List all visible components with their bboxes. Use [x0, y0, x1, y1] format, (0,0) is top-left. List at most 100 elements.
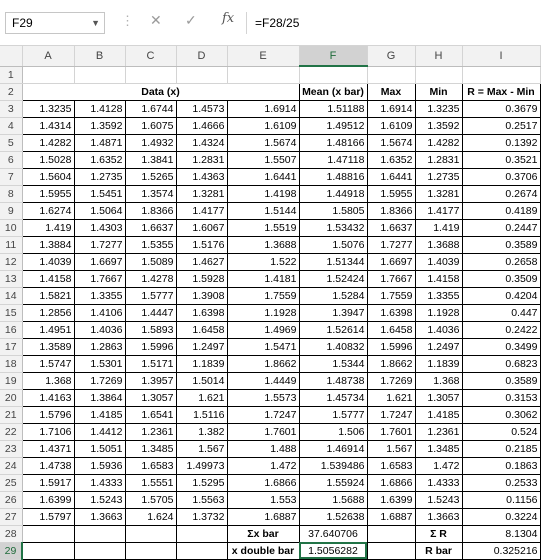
cell-b[interactable]: 1.5064 [73, 201, 126, 220]
cell-mean[interactable]: 1.45734 [298, 388, 368, 407]
empty-cell[interactable] [73, 541, 126, 560]
row-header[interactable]: 24 [0, 457, 23, 475]
cell-e[interactable]: 1.4181 [226, 269, 300, 288]
cell-c[interactable]: 1.5355 [124, 235, 177, 254]
cell-d[interactable]: 1.5176 [175, 235, 228, 254]
cell-min[interactable]: 1.4333 [414, 473, 463, 492]
cell-c[interactable]: 1.5089 [124, 252, 177, 271]
row-header[interactable]: 3 [0, 100, 23, 118]
name-box[interactable]: F29 ▼ [5, 12, 105, 34]
cell-e[interactable]: 1.5573 [226, 388, 300, 407]
cell-c[interactable]: 1.5705 [124, 490, 177, 509]
cell-d[interactable]: 1.49973 [175, 456, 228, 475]
cell-e[interactable]: 1.6914 [226, 99, 300, 118]
cell-e[interactable]: 1.6441 [226, 167, 300, 186]
cell-c[interactable]: 1.5996 [124, 337, 177, 356]
cell-c[interactable]: 1.3957 [124, 371, 177, 390]
cell-a[interactable]: 1.6274 [21, 201, 75, 220]
cell-d[interactable]: 1.1839 [175, 354, 228, 373]
empty-cell[interactable] [124, 541, 177, 560]
cell-min[interactable]: 1.2497 [414, 337, 463, 356]
cell-b[interactable]: 1.4303 [73, 218, 126, 237]
cell-b[interactable]: 1.5243 [73, 490, 126, 509]
row-header[interactable]: 1 [0, 66, 23, 84]
cell-a[interactable]: 1.4738 [21, 456, 75, 475]
cell-mean[interactable]: 1.51188 [298, 99, 368, 118]
cell-max[interactable]: 1.7559 [366, 286, 416, 305]
cell-mean[interactable]: 1.5076 [298, 235, 368, 254]
cell-c[interactable]: 1.624 [124, 507, 177, 526]
cell-d[interactable]: 1.3281 [175, 184, 228, 203]
cell-max[interactable]: 1.7277 [366, 235, 416, 254]
cell-e[interactable]: 1.5144 [226, 201, 300, 220]
cell-min[interactable]: 1.3235 [414, 99, 463, 118]
row-header[interactable]: 12 [0, 253, 23, 271]
formula-input[interactable]: =F28/25 [246, 12, 538, 34]
cell-range[interactable]: 0.2533 [461, 473, 541, 492]
cell-min[interactable]: 1.419 [414, 218, 463, 237]
cell-a[interactable]: 1.4951 [21, 320, 75, 339]
row-header[interactable]: 25 [0, 474, 23, 492]
cell-e[interactable]: 1.5471 [226, 337, 300, 356]
empty-cell[interactable] [366, 524, 416, 543]
cell-mean[interactable]: 1.5284 [298, 286, 368, 305]
row-header[interactable]: 15 [0, 304, 23, 322]
column-header-e[interactable]: E [227, 46, 300, 67]
cell-mean[interactable]: 1.46914 [298, 439, 368, 458]
cell-e[interactable]: 1.7559 [226, 286, 300, 305]
cell-min[interactable]: 1.3592 [414, 116, 463, 135]
empty-cell[interactable] [366, 65, 416, 84]
cell-b[interactable]: 1.7667 [73, 269, 126, 288]
cell-b[interactable]: 1.4128 [73, 99, 126, 118]
cell-e[interactable]: 1.5519 [226, 218, 300, 237]
max-header-cell[interactable]: Max [366, 82, 416, 101]
r-bar-value[interactable]: 0.325216 [461, 541, 541, 560]
empty-cell[interactable] [73, 65, 126, 84]
cell-a[interactable]: 1.3235 [21, 99, 75, 118]
cell-mean[interactable]: 1.539486 [298, 456, 368, 475]
cell-e[interactable]: 1.6887 [226, 507, 300, 526]
cell-c[interactable]: 1.5777 [124, 286, 177, 305]
cell-e[interactable]: 1.4969 [226, 320, 300, 339]
empty-cell[interactable] [21, 541, 75, 560]
cell-c[interactable]: 1.5551 [124, 473, 177, 492]
cell-a[interactable]: 1.368 [21, 371, 75, 390]
cell-range[interactable]: 0.3062 [461, 405, 541, 424]
cell-e[interactable]: 1.6109 [226, 116, 300, 135]
cell-mean[interactable]: 1.5777 [298, 405, 368, 424]
cell-a[interactable]: 1.5917 [21, 473, 75, 492]
cell-range[interactable]: 0.3679 [461, 99, 541, 118]
cancel-icon[interactable]: ✕ [150, 12, 162, 29]
cell-range[interactable]: 0.2447 [461, 218, 541, 237]
column-header-h[interactable]: H [415, 46, 463, 67]
cell-e[interactable]: 1.7601 [226, 422, 300, 441]
empty-cell[interactable] [366, 541, 416, 560]
cell-e[interactable]: 1.4198 [226, 184, 300, 203]
cell-min[interactable]: 1.2361 [414, 422, 463, 441]
cell-c[interactable]: 1.6075 [124, 116, 177, 135]
cell-a[interactable]: 1.4163 [21, 388, 75, 407]
cell-d[interactable]: 1.5014 [175, 371, 228, 390]
cell-mean[interactable]: 1.506 [298, 422, 368, 441]
sum-r-label[interactable]: Σ R [414, 524, 463, 543]
row-header[interactable]: 29 [0, 542, 23, 560]
cell-mean[interactable]: 1.44918 [298, 184, 368, 203]
cell-max[interactable]: 1.6866 [366, 473, 416, 492]
cell-a[interactable]: 1.4158 [21, 269, 75, 288]
cell-e[interactable]: 1.553 [226, 490, 300, 509]
cell-e[interactable]: 1.6866 [226, 473, 300, 492]
cell-max[interactable]: 1.6583 [366, 456, 416, 475]
cell-b[interactable]: 1.4412 [73, 422, 126, 441]
cell-a[interactable]: 1.5797 [21, 507, 75, 526]
sum-x-bar-label[interactable]: Σx bar [226, 524, 300, 543]
row-header[interactable]: 18 [0, 355, 23, 373]
cell-range[interactable]: 0.4189 [461, 201, 541, 220]
cell-e[interactable]: 1.522 [226, 252, 300, 271]
cell-mean[interactable]: 1.48166 [298, 133, 368, 152]
cell-d[interactable]: 1.6458 [175, 320, 228, 339]
cell-b[interactable]: 1.6352 [73, 150, 126, 169]
row-header[interactable]: 28 [0, 525, 23, 543]
insert-function-icon[interactable]: fx [222, 11, 234, 26]
cell-max[interactable]: 1.6109 [366, 116, 416, 135]
cell-b[interactable]: 1.2735 [73, 167, 126, 186]
